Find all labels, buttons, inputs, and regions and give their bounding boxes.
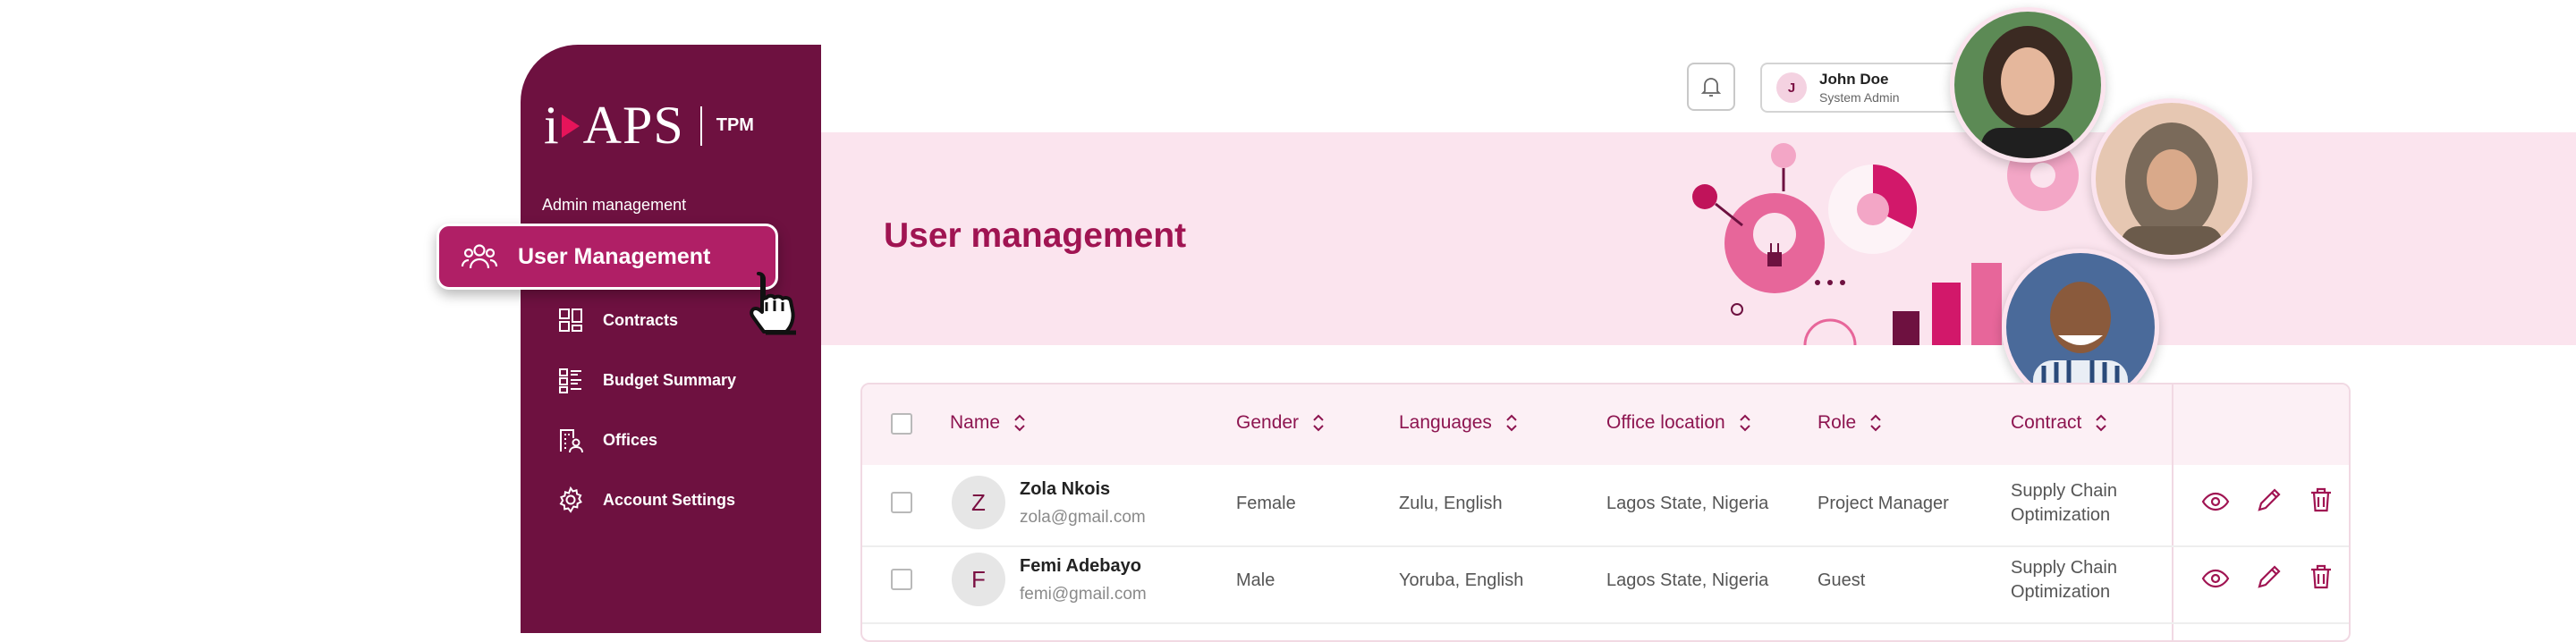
column-header-name[interactable]: Name [950,411,1029,435]
user-email: zola@gmail.com [1020,508,1146,527]
app-logo[interactable]: i APS TPM [544,95,754,156]
user-languages: Yoruba, English [1399,570,1524,590]
sort-icon [1506,414,1517,432]
avatar: J [1776,72,1807,103]
bell-icon [1700,78,1722,97]
trash-icon[interactable] [2306,485,2336,515]
row-checkbox[interactable] [891,492,912,513]
row-divider [862,545,2349,547]
column-header-contract[interactable]: Contract [2011,411,2110,435]
hand-pointer-icon [750,272,796,335]
user-role: Guest [1818,570,1866,590]
user-name: Femi Adebayo [1020,556,1141,576]
user-menu[interactable]: J John Doe System Admin [1760,63,1968,113]
user-name: John Doe [1819,71,1889,88]
sidebar-item-offices[interactable]: Offices [556,426,657,454]
user-contract: Supply Chain Optimization [2011,558,2117,602]
page-title: User management [884,216,1187,255]
column-header-gender[interactable]: Gender [1236,411,1327,435]
layout-icon [559,308,582,332]
sort-icon [1313,414,1324,432]
logo-mark: i APS [544,96,684,155]
user-contract: Supply Chain Optimization [2011,481,2117,525]
sidebar-item-contracts[interactable]: Contracts [556,306,678,334]
profile-photo-woman [1950,7,2106,163]
office-user-icon [560,429,583,453]
play-triangle-icon [561,114,580,138]
eye-icon[interactable] [2200,486,2231,517]
column-header-role[interactable]: Role [1818,411,1885,435]
row-divider [862,622,2349,624]
users-icon [461,244,498,269]
list-icon [559,368,581,393]
user-gender: Male [1236,570,1275,590]
sidebar-item-user-management[interactable]: User Management [436,224,778,290]
pencil-icon[interactable] [2254,562,2284,592]
sort-icon [2096,414,2107,432]
sidebar-item-label: Offices [603,430,658,449]
table-header [862,384,2349,465]
select-all-checkbox[interactable] [891,413,912,435]
notification-button[interactable] [1687,63,1735,111]
profile-photo-woman-hijab [2091,98,2252,259]
trash-icon[interactable] [2306,562,2336,592]
users-table: Name Gender Languages Office location Ro… [860,383,2351,642]
sidebar-item-account-settings[interactable]: Account Settings [556,486,735,514]
user-name: Zola Nkois [1020,479,1111,499]
sidebar-section-label: Admin management [542,196,687,214]
logo-suffix: TPM [716,115,754,135]
gear-icon [559,486,582,513]
eye-icon[interactable] [2200,563,2231,594]
sidebar-item-budget-summary[interactable]: Budget Summary [556,366,736,394]
user-languages: Zulu, English [1399,494,1503,513]
user-office: Lagos State, Nigeria [1606,570,1769,590]
user-office: Lagos State, Nigeria [1606,494,1769,513]
column-header-languages[interactable]: Languages [1399,411,1521,435]
sort-icon [1014,414,1025,432]
user-email: femi@gmail.com [1020,585,1147,604]
user-role: System Admin [1819,90,1900,105]
user-gender: Female [1236,494,1296,513]
sort-icon [1870,414,1881,432]
avatar: F [952,553,1005,606]
sidebar-item-label: User Management [518,243,711,269]
sidebar-item-label: Contracts [603,310,679,329]
user-role: Project Manager [1818,494,1949,513]
sidebar-item-label: Budget Summary [603,370,737,389]
row-checkbox[interactable] [891,569,912,590]
avatar: Z [952,476,1005,529]
sidebar-item-label: Account Settings [603,490,736,509]
sort-icon [1739,414,1750,432]
logo-divider [699,106,702,146]
column-header-office-location[interactable]: Office location [1606,411,1754,435]
actions-column-divider [2172,384,2174,640]
pencil-icon[interactable] [2254,485,2284,515]
